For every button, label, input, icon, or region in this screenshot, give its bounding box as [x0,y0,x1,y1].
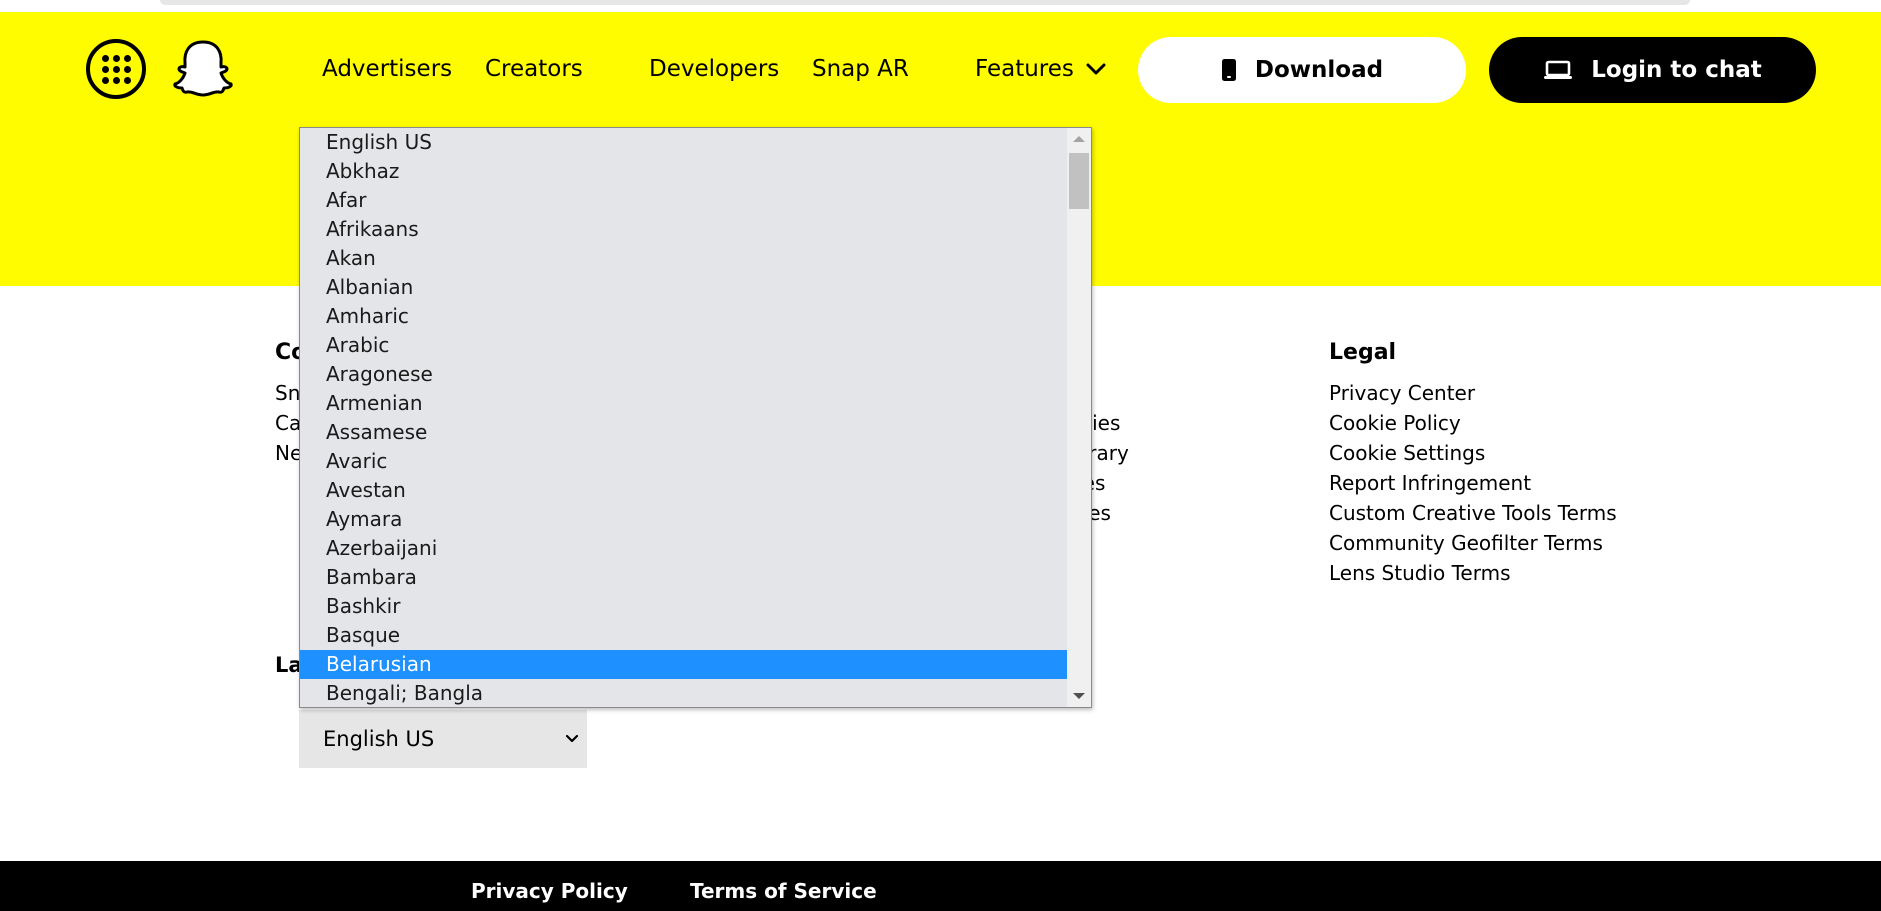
language-option[interactable]: Azerbaijani [300,534,1067,563]
scroll-up-arrow-icon[interactable] [1073,136,1085,142]
language-option[interactable]: Avaric [300,447,1067,476]
language-option[interactable]: Akan [300,244,1067,273]
language-options: English US Abkhaz Afar Afrikaans Akan Albania… [300,128,1067,707]
language-option[interactable]: Aragonese [300,360,1067,389]
legal-link-report-infringement[interactable]: Report Infringement [1329,468,1617,498]
language-option[interactable]: Afar [300,186,1067,215]
nav-developers[interactable]: Developers [649,56,779,82]
footer-terms-of-service[interactable]: Terms of Service [690,879,877,903]
bottom-footer: Privacy Policy Terms of Service [0,861,1881,911]
language-option[interactable]: Albanian [300,273,1067,302]
snapchat-ghost-icon[interactable] [172,38,234,100]
language-option[interactable]: Amharic [300,302,1067,331]
language-option[interactable]: Basque [300,621,1067,650]
grid-menu-icon [101,54,131,84]
legal-links: Privacy Center Cookie Policy Cookie Sett… [1329,378,1617,588]
nav-creators[interactable]: Creators [485,56,583,82]
language-option[interactable]: Bambara [300,563,1067,592]
browser-top-strip [0,0,1881,12]
language-option[interactable]: Aymara [300,505,1067,534]
language-select[interactable]: English US [299,710,587,768]
download-button[interactable]: Download [1138,37,1466,103]
download-label: Download [1254,57,1384,83]
login-to-chat-button[interactable]: Login to chat [1489,37,1816,103]
chevron-down-icon [1086,63,1106,75]
language-option[interactable]: Bengali; Bangla [300,679,1067,707]
scroll-down-arrow-icon[interactable] [1073,693,1085,699]
language-option[interactable]: English US [300,128,1067,157]
legal-link-cookie-settings[interactable]: Cookie Settings [1329,438,1617,468]
language-dropdown-list[interactable]: English US Abkhaz Afar Afrikaans Akan Albania… [299,127,1092,708]
scrollbar-thumb[interactable] [1069,153,1089,209]
legal-link-community-geofilter[interactable]: Community Geofilter Terms [1329,528,1617,558]
footer-privacy-policy[interactable]: Privacy Policy [471,879,628,903]
language-option[interactable]: Belarusian [300,650,1067,679]
legal-link-cookie-policy[interactable]: Cookie Policy [1329,408,1617,438]
language-select-value: English US [323,727,435,751]
legal-link-custom-creative-tools[interactable]: Custom Creative Tools Terms [1329,498,1617,528]
language-option[interactable]: Avestan [300,476,1067,505]
laptop-icon [1544,60,1573,79]
legal-heading: Legal [1329,340,1397,365]
legal-link-lens-studio[interactable]: Lens Studio Terms [1329,558,1617,588]
language-option[interactable]: Afrikaans [300,215,1067,244]
nav-advertisers[interactable]: Advertisers [322,56,452,82]
dropdown-scrollbar[interactable] [1067,128,1091,707]
nav-features-label: Features [975,56,1074,82]
scroll-indicator [160,0,1690,5]
legal-link-privacy-center[interactable]: Privacy Center [1329,378,1617,408]
language-option[interactable]: Assamese [300,418,1067,447]
chevron-down-icon [565,734,579,743]
language-option[interactable]: Arabic [300,331,1067,360]
nav-features[interactable]: Features [975,56,1106,82]
login-label: Login to chat [1591,57,1762,83]
phone-icon [1221,59,1236,81]
grid-menu-button[interactable] [86,39,146,99]
language-option[interactable]: Abkhaz [300,157,1067,186]
language-option[interactable]: Armenian [300,389,1067,418]
language-option[interactable]: Bashkir [300,592,1067,621]
nav-snap-ar[interactable]: Snap AR [812,56,909,82]
